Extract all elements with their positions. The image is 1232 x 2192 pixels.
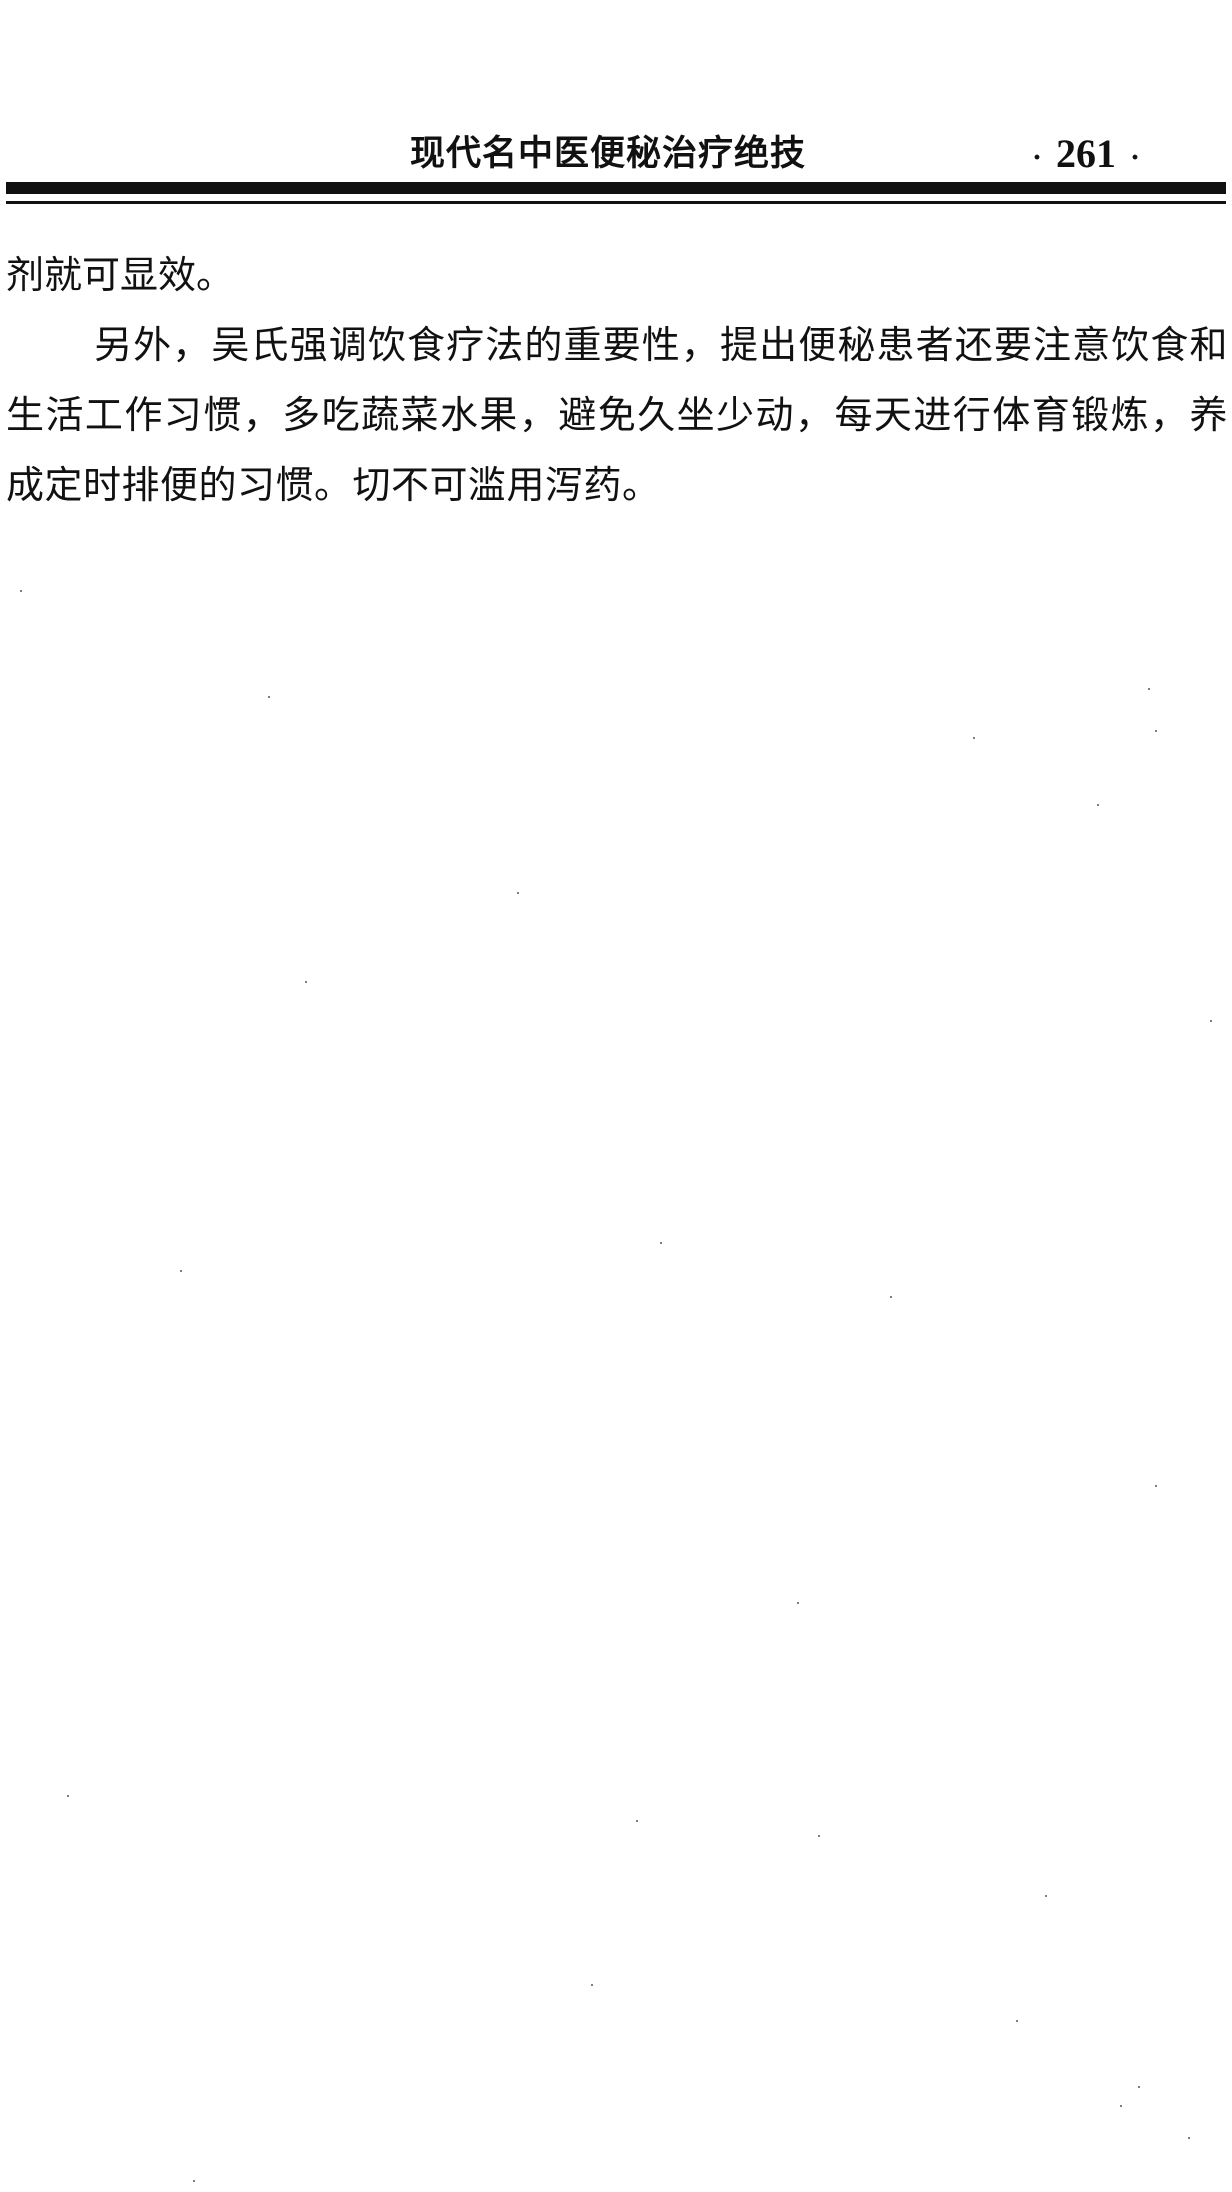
- paragraph-continuation: 剂就可显效。: [6, 253, 235, 297]
- page-number-dot-left: ·: [1032, 140, 1043, 174]
- scan-speck: [1148, 688, 1150, 690]
- page-number-group: · 261 ·: [1018, 128, 1154, 184]
- scan-speck: [268, 696, 270, 698]
- scan-speck: [67, 1795, 69, 1797]
- scan-speck: [1120, 2105, 1122, 2107]
- scan-speck: [517, 892, 519, 894]
- scan-speck: [890, 1296, 892, 1298]
- scan-speck: [180, 1270, 182, 1272]
- scan-speck: [1210, 1020, 1212, 1022]
- running-header: 现代名中医便秘治疗绝技 · 261 ·: [0, 128, 1232, 180]
- book-page: 现代名中医便秘治疗绝技 · 261 · 剂就可显效。 另外，吴氏强调饮食疗法的重要性…: [0, 0, 1232, 2192]
- header-rule-thick: [6, 182, 1226, 194]
- scan-speck: [1016, 2020, 1018, 2022]
- scan-speck: [660, 1242, 662, 1244]
- scan-speck: [973, 737, 975, 739]
- scan-speck: [1155, 730, 1157, 732]
- scan-speck: [1155, 1485, 1157, 1487]
- page-number-dot-right: ·: [1130, 140, 1141, 174]
- header-rule-thin: [6, 201, 1226, 204]
- scan-speck: [1045, 1895, 1047, 1897]
- scan-speck: [193, 2180, 195, 2182]
- scan-speck: [591, 1984, 593, 1986]
- scan-speck: [1188, 2137, 1190, 2139]
- scan-speck: [1138, 2086, 1140, 2088]
- paragraph: 另外，吴氏强调饮食疗法的重要性，提出便秘患者还要注意饮食和生活工作习惯，多吃蔬菜…: [6, 323, 1228, 507]
- scan-speck: [636, 1820, 638, 1822]
- scan-speck: [818, 1835, 820, 1837]
- scan-speck: [20, 590, 22, 592]
- running-title: 现代名中医便秘治疗绝技: [410, 134, 807, 174]
- scan-speck: [305, 981, 307, 983]
- page-number: 261: [1056, 131, 1117, 176]
- scan-speck: [797, 1602, 799, 1604]
- scan-speck: [1097, 804, 1099, 806]
- body-text: 剂就可显效。 另外，吴氏强调饮食疗法的重要性，提出便秘患者还要注意饮食和生活工作…: [6, 240, 1228, 520]
